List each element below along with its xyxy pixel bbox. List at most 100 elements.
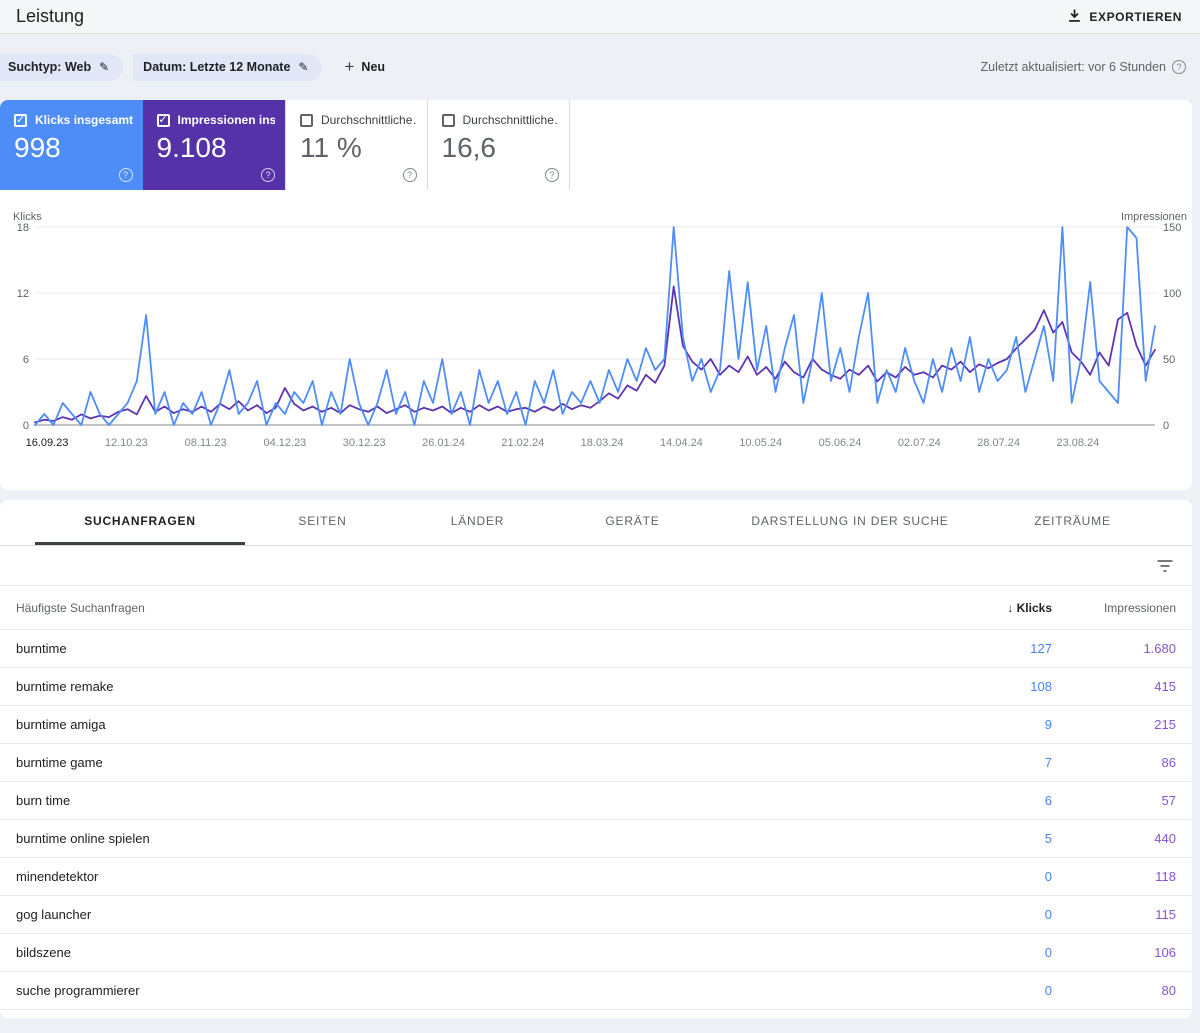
x-axis-label: 30.12.23: [343, 437, 386, 449]
metric-label: Durchschnittliche…: [321, 113, 417, 127]
checked-checkbox[interactable]: ✓: [156, 113, 170, 127]
tab-darstellung-in-der-suche[interactable]: DARSTELLUNG IN DER SUCHE: [710, 500, 990, 545]
chip-label: Suchtyp: Web: [8, 60, 92, 74]
clicks-cell: 9: [1044, 717, 1052, 732]
table-body: burntime 127 1.680 burntime remake 108 415 bur…: [0, 630, 1192, 1010]
right-axis-tick: 0: [1163, 420, 1169, 432]
details-panel: SUCHANFRAGEN SEITEN LÄNDER GERÄTE DARSTELLUN…: [0, 500, 1192, 1018]
x-axis-label: 26.01.24: [422, 437, 465, 449]
x-axis-label: 08.11.23: [185, 437, 227, 449]
filter-chip-date[interactable]: Datum: Letzte 12 Monate ✎: [133, 53, 323, 81]
clicks-cell: 108: [1030, 679, 1052, 694]
query-column-header: Häufigste Suchanfragen: [16, 600, 145, 615]
x-axis-label: 18.03.24: [581, 437, 624, 449]
table-row[interactable]: burntime remake 108 415: [0, 668, 1192, 706]
x-axis-label: 10.05.24: [739, 437, 782, 449]
impressions-cell: 215: [1154, 717, 1176, 732]
series-line-impressionen: [34, 285, 1156, 424]
table-row[interactable]: suche programmierer 0 80: [0, 972, 1192, 1010]
query-cell: burntime game: [16, 755, 103, 770]
right-axis-title: Impressionen: [1121, 211, 1187, 223]
last-updated: Zuletzt aktualisiert: vor 6 Stunden ?: [980, 60, 1186, 74]
tab-suchanfragen[interactable]: SUCHANFRAGEN: [35, 500, 245, 545]
impressions-cell: 1.680: [1143, 641, 1176, 656]
export-button[interactable]: EXPORTIEREN: [1068, 9, 1182, 25]
table-header: Häufigste Suchanfragen ↓ Klicks Impressi…: [0, 586, 1192, 630]
left-axis-tick: 6: [23, 354, 29, 366]
filter-chip-searchtype[interactable]: Suchtyp: Web ✎: [0, 53, 124, 81]
table-row[interactable]: burntime 127 1.680: [0, 630, 1192, 668]
metric-cards: ✓ Klicks insgesamt 998? ✓ Impressionen ins… 9…: [0, 100, 1192, 190]
table-row[interactable]: minendetektor 0 118: [0, 858, 1192, 896]
unchecked-checkbox[interactable]: [300, 113, 313, 127]
page-title: Leistung: [16, 6, 85, 26]
top-bar: Leistung EXPORTIEREN: [0, 0, 1200, 34]
clicks-cell: 7: [1044, 755, 1052, 770]
unchecked-checkbox[interactable]: [441, 113, 455, 127]
clicks-cell: 127: [1030, 641, 1052, 656]
tab-seiten[interactable]: SEITEN: [245, 500, 400, 545]
edit-pencil-icon[interactable]: ✎: [99, 60, 109, 74]
chart-canvas: 0 6 12 18 0 50 100 150 Klicks Impressionen 16.09.2…: [13, 211, 1187, 449]
filter-row: Suchtyp: Web ✎ Datum: Letzte 12 Monate ✎…: [0, 34, 1200, 100]
metric-card-3[interactable]: Durchschnittliche… 16,6?: [428, 100, 570, 190]
x-axis-label: 28.07.24: [977, 437, 1020, 449]
impressions-cell: 115: [1155, 907, 1176, 922]
download-icon: [1068, 9, 1081, 25]
series-line-klicks: [34, 226, 1156, 426]
filter-list-icon[interactable]: [1156, 559, 1174, 573]
help-icon[interactable]: ?: [545, 168, 559, 182]
x-axis-label: 02.07.24: [898, 437, 941, 449]
query-cell: minendetektor: [16, 869, 99, 884]
metric-label: Impressionen ins…: [177, 113, 276, 127]
new-filter-button[interactable]: + Neu: [344, 57, 385, 77]
checked-checkbox[interactable]: ✓: [14, 113, 27, 127]
metric-card-1[interactable]: ✓ Impressionen ins… 9.108?: [142, 100, 285, 190]
help-icon[interactable]: ?: [118, 168, 133, 182]
tab-l-nder[interactable]: LÄNDER: [400, 500, 555, 545]
impressions-cell: 118: [1155, 869, 1176, 884]
left-axis-tick: 0: [23, 420, 29, 432]
table-row[interactable]: bildszene 0 106: [0, 934, 1192, 972]
query-cell: burntime online spielen: [16, 831, 150, 846]
help-icon[interactable]: ?: [261, 168, 275, 182]
table-row[interactable]: gog launcher 0 115: [0, 896, 1192, 934]
help-icon[interactable]: ?: [1172, 60, 1186, 74]
query-cell: gog launcher: [16, 907, 92, 922]
metric-label: Durchschnittliche…: [462, 113, 560, 127]
tab-zeitr-ume[interactable]: ZEITRÄUME: [990, 500, 1155, 545]
tab-ger-te[interactable]: GERÄTE: [555, 500, 710, 545]
table-row[interactable]: burntime amiga 9 215: [0, 706, 1192, 744]
query-cell: suche programmierer: [16, 983, 140, 998]
clicks-cell: 6: [1044, 793, 1052, 808]
left-axis-tick: 18: [17, 222, 29, 234]
edit-pencil-icon[interactable]: ✎: [298, 60, 308, 74]
performance-chart: 0 6 12 18 0 50 100 150 Klicks Impressionen 16.09.2…: [0, 210, 1192, 460]
impressions-column-header[interactable]: Impressionen: [1052, 601, 1176, 615]
x-axis-label: 05.06.24: [819, 437, 862, 449]
clicks-cell: 0: [1044, 945, 1052, 960]
export-label: EXPORTIEREN: [1089, 9, 1182, 24]
metric-value: 998: [14, 132, 61, 163]
table-row[interactable]: burntime online spielen 5 440: [0, 820, 1192, 858]
metric-card-2[interactable]: Durchschnittliche… 11 %?: [285, 100, 428, 190]
query-cell: bildszene: [16, 945, 71, 960]
query-cell: burn time: [16, 793, 71, 808]
metric-value: 16,6: [441, 132, 497, 163]
table-toolbar: [0, 546, 1192, 586]
help-icon[interactable]: ?: [402, 168, 417, 182]
right-axis-tick: 50: [1163, 354, 1175, 366]
clicks-cell: 0: [1044, 983, 1052, 998]
metric-value: 11 %: [300, 132, 362, 163]
clicks-column-header[interactable]: ↓ Klicks: [922, 601, 1052, 615]
right-axis-tick: 100: [1163, 288, 1181, 300]
new-filter-label: Neu: [361, 60, 386, 74]
table-row[interactable]: burn time 6 57: [0, 782, 1192, 820]
x-axis-label: 23.08.24: [1056, 437, 1099, 449]
metric-card-0[interactable]: ✓ Klicks insgesamt 998?: [0, 100, 143, 190]
chip-label: Datum: Letzte 12 Monate: [143, 60, 291, 74]
x-axis-label: 04.12.23: [263, 437, 306, 449]
table-row[interactable]: burntime game 7 86: [0, 744, 1192, 782]
impressions-cell: 440: [1154, 831, 1176, 846]
left-axis-title: Klicks: [13, 211, 42, 223]
